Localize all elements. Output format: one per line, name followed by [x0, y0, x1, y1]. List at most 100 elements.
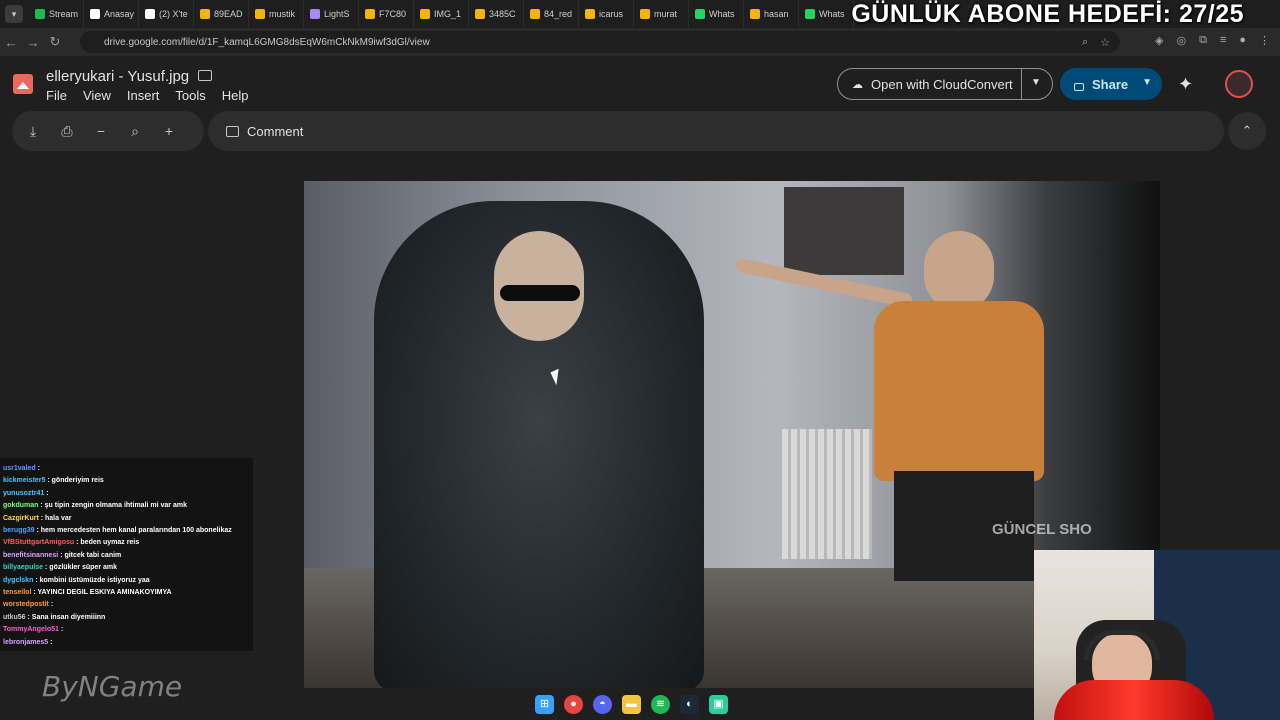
chat-username: VfBStuttgartAmigosu	[3, 539, 75, 547]
chat-message: gokduman : şu tipin zengin olmama ihtima…	[0, 500, 253, 512]
chat-message: kickmeister5 : gönderiyim reis	[0, 475, 253, 487]
comment-icon[interactable]	[226, 125, 239, 137]
tab-label: 84_red	[544, 9, 573, 19]
browser-tab[interactable]: Whats	[689, 0, 744, 28]
chat-text: :	[50, 638, 53, 646]
browser-tab[interactable]: (2) X'te	[139, 0, 194, 28]
tab-label: mustik	[269, 9, 296, 19]
share-button[interactable]: Share ▼	[1060, 68, 1162, 100]
chat-message: berugg39 : hem mercedesten hem kanal par…	[0, 525, 253, 537]
chat-message: dygclskn : kombini üstümüzde istiyoruz y…	[0, 575, 253, 587]
forward-icon[interactable]: →	[22, 35, 44, 50]
image-preview[interactable]: GÜNCEL SHO	[304, 181, 1160, 688]
chat-username: usr1valed	[3, 465, 36, 472]
zoom-out-icon[interactable]: −	[84, 123, 118, 139]
browser-tab[interactable]: LightS	[304, 0, 359, 28]
comment-button[interactable]: Comment	[247, 124, 303, 139]
reload-icon[interactable]: ↻	[44, 34, 66, 50]
whatsapp-icon	[805, 9, 815, 19]
media-icon[interactable]: ≡	[1220, 34, 1226, 47]
browser-tab[interactable]: Anasay	[84, 0, 139, 28]
address-bar-row: ← → ↻ drive.google.com/file/d/1F_kamqL6G…	[0, 28, 1280, 56]
browser-tab[interactable]: 89EAD	[194, 0, 249, 28]
bookmark-star-icon[interactable]: ☆	[1100, 36, 1110, 49]
drive-icon	[420, 9, 430, 19]
chat-username: yunusoztr41	[3, 489, 45, 497]
browser-tab[interactable]: F7C80	[359, 0, 414, 28]
stream-chat-overlay: usr1valed : kickmeister5 : gönderiyim rei…	[0, 458, 253, 651]
browser-tab[interactable]: Stream	[29, 0, 84, 28]
tab-label: Stream	[49, 9, 79, 19]
chat-text: : gözlükler süper amk	[45, 564, 117, 572]
menu-item-insert[interactable]: Insert	[127, 88, 160, 103]
zoom-in-icon[interactable]: +	[152, 123, 186, 139]
browser-tab[interactable]: hasan	[744, 0, 799, 28]
drive-icon	[530, 9, 540, 19]
chat-message: tenseilol : YAYINCI DEGIL ESKIYA AMINAKO…	[0, 587, 253, 599]
steam-icon[interactable]: ◐	[680, 694, 699, 714]
avatar[interactable]	[1225, 70, 1253, 98]
zoom-icon[interactable]: ⌕	[1082, 36, 1088, 49]
drive-icon	[640, 9, 650, 19]
discord-icon[interactable]: ◓	[593, 694, 612, 714]
chat-text: :	[46, 489, 49, 497]
pen-icon	[310, 9, 320, 19]
file-explorer-icon[interactable]: ▬	[622, 694, 641, 714]
browser-tab[interactable]: mustik	[249, 0, 304, 28]
chat-message: TommyAngelo51 :	[0, 624, 253, 636]
open-with-dropdown-icon[interactable]: ▼	[1031, 77, 1041, 88]
back-icon[interactable]: ←	[0, 35, 22, 50]
extension-icon[interactable]: ◎	[1176, 34, 1186, 47]
chat-username: lebronjames5	[3, 638, 49, 646]
drive-icon	[750, 9, 760, 19]
tab-label: IMG_1	[434, 9, 462, 19]
tab-label: Whats	[819, 9, 845, 19]
browser-tab[interactable]: 84_red	[524, 0, 579, 28]
drive-icon	[255, 9, 265, 19]
tab-label: (2) X'te	[159, 9, 188, 19]
x-icon	[145, 9, 155, 19]
profile-icon[interactable]: ●	[1239, 34, 1246, 47]
app-icon[interactable]: ▣	[709, 694, 728, 714]
red-jacket	[1054, 680, 1214, 720]
chat-text: : gönderiyim reis	[47, 477, 104, 485]
tab-label: icarus	[599, 9, 624, 19]
download-icon[interactable]: ⤓	[16, 123, 50, 140]
chat-message: usr1valed :	[0, 463, 253, 475]
browser-tab[interactable]: icarus	[579, 0, 634, 28]
chat-text: : gitcek tabi canim	[60, 551, 122, 559]
comment-toolbar: Comment	[208, 111, 1224, 151]
url-bar[interactable]: drive.google.com/file/d/1F_kamqL6GMG8dsE…	[80, 31, 1120, 53]
collapse-header-icon[interactable]: ⌃	[1228, 112, 1266, 150]
share-dropdown-icon[interactable]: ▼	[1142, 77, 1152, 88]
chat-message: lebronjames5 :	[0, 637, 253, 649]
print-icon[interactable]: ⎙	[50, 123, 84, 140]
kebab-menu-icon[interactable]: ⋮	[1259, 34, 1270, 47]
webcam-overlay	[1034, 550, 1280, 720]
spotify-icon[interactable]: ≋	[651, 694, 670, 714]
browser-tab[interactable]: murat	[634, 0, 689, 28]
browser-tab[interactable]: IMG_1	[414, 0, 469, 28]
menu-item-view[interactable]: View	[83, 88, 111, 103]
extension-icon[interactable]: ◈	[1155, 34, 1163, 47]
menu-item-help[interactable]: Help	[222, 88, 249, 103]
open-with-button[interactable]: ☁ Open with CloudConvert ▼	[837, 68, 1053, 100]
gemini-sparkle-icon[interactable]: ✦	[1178, 74, 1193, 95]
chat-message: billyaepulse : gözlükler süper amk	[0, 562, 253, 574]
tab-search-button[interactable]: ▾	[5, 5, 23, 23]
chat-message: utku56 : Sana insan diyemiiinn	[0, 612, 253, 624]
drive-header: elleryukari - Yusuf.jpg File View Insert To…	[0, 56, 1280, 112]
windows-start-icon[interactable]: ⊞	[535, 694, 554, 714]
zoom-icon[interactable]: ⌕	[118, 123, 152, 140]
menu-item-tools[interactable]: Tools	[175, 88, 205, 103]
open-with-label: Open with CloudConvert	[871, 76, 1013, 92]
browser-tab[interactable]: Whats	[799, 0, 854, 28]
move-to-folder-icon[interactable]	[198, 70, 212, 81]
tab-label: F7C80	[379, 9, 407, 19]
menu-item-file[interactable]: File	[46, 88, 67, 103]
tab-label: hasan	[764, 9, 789, 19]
chrome-icon[interactable]: ●	[564, 694, 583, 714]
puzzle-icon[interactable]: ⧉	[1199, 34, 1207, 47]
chat-username: billyaepulse	[3, 564, 44, 572]
browser-tab[interactable]: 3485C	[469, 0, 524, 28]
